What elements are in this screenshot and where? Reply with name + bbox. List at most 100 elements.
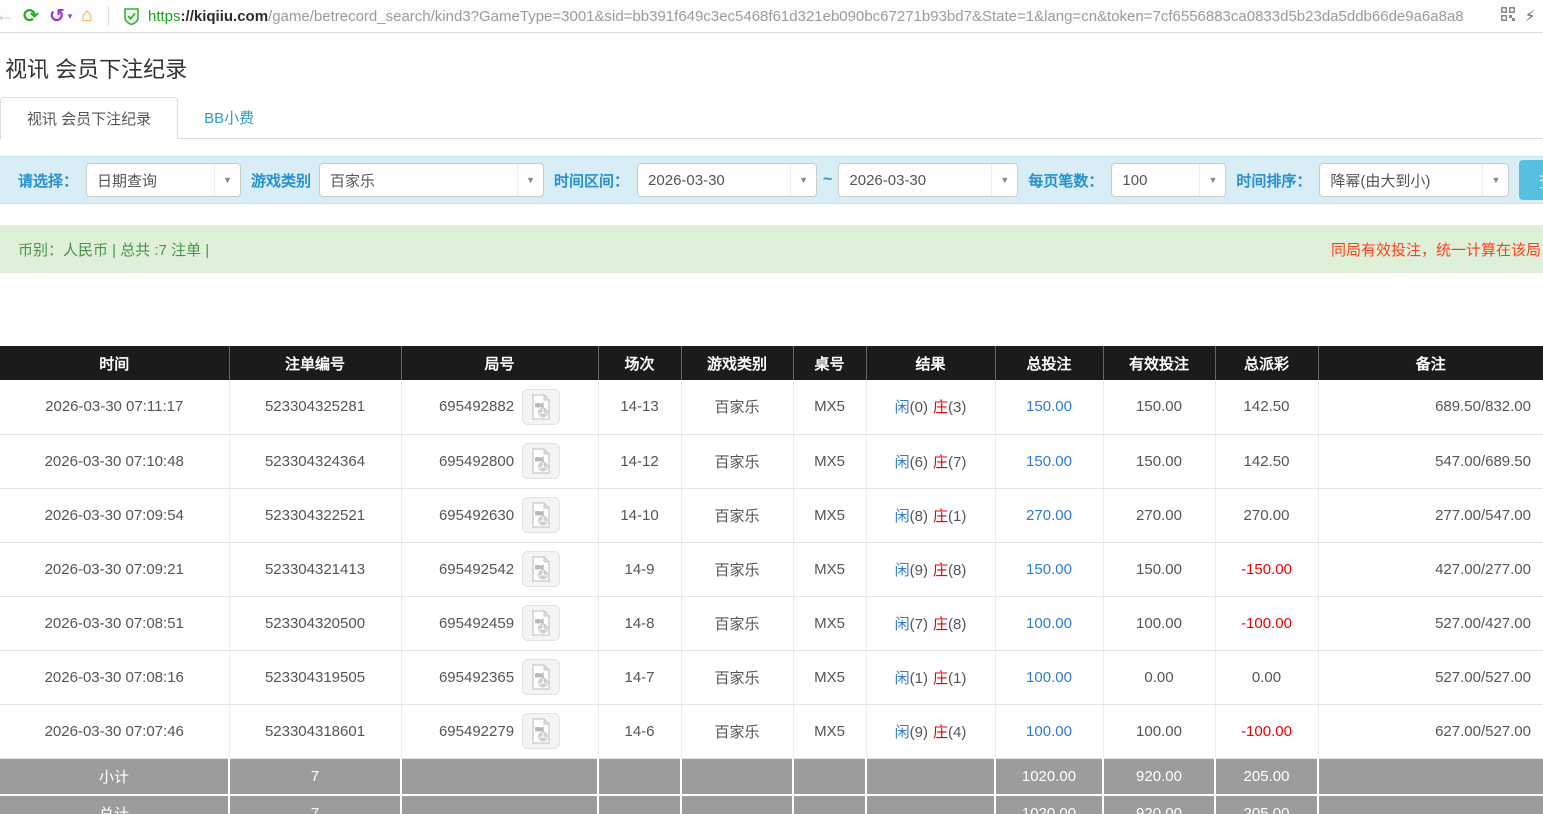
session-cell: 14-9 — [598, 542, 681, 596]
bet-records-table: 时间 注单编号 局号 场次 游戏类别 桌号 结果 总投注 有效投注 总派彩 备注… — [0, 346, 1543, 814]
subtotal-valid-bet: 920.00 — [1103, 758, 1215, 795]
date-from-value: 2026-03-30 — [638, 172, 790, 189]
total-bet-cell: 100.00 — [995, 650, 1103, 704]
total-bet-link[interactable]: 100.00 — [1026, 615, 1072, 632]
payout-cell: -150.00 — [1215, 542, 1318, 596]
search-button[interactable]: 查询 — [1519, 160, 1543, 200]
security-shield-icon[interactable] — [123, 7, 140, 26]
total-bet-link[interactable]: 150.00 — [1026, 561, 1072, 578]
bet-id-cell: 523304320500 — [229, 596, 401, 650]
col-bet-id: 注单编号 — [229, 346, 401, 380]
chevron-down-icon: ▼ — [790, 164, 816, 196]
remark-cell: 427.00/277.00 — [1318, 542, 1543, 596]
col-table-no: 桌号 — [793, 346, 866, 380]
table-no-cell: MX5 — [793, 434, 866, 488]
result-cell: 闲(9)庄(4) — [866, 704, 995, 758]
valid-bet-cell: 270.00 — [1103, 488, 1215, 542]
refresh-icon[interactable]: ⟳ — [18, 3, 44, 29]
tab-bb-tips[interactable]: BB小费 — [178, 97, 280, 138]
round-number: 695492365 — [439, 669, 514, 686]
time-cell: 2026-03-30 07:09:21 — [0, 542, 229, 596]
time-cell: 2026-03-30 07:09:54 — [0, 488, 229, 542]
bet-id-cell: 523304319505 — [229, 650, 401, 704]
back-arrow-icon[interactable]: ← — [0, 3, 18, 29]
game-type-cell: 百家乐 — [681, 434, 793, 488]
url-bar[interactable]: https://kiqiiu.com/game/betrecord_search… — [148, 8, 1495, 25]
valid-bet-cell: 100.00 — [1103, 704, 1215, 758]
date-to-select[interactable]: 2026-03-30 ▼ — [838, 163, 1018, 197]
video-replay-button[interactable] — [522, 605, 560, 641]
bet-id-cell: 523304325281 — [229, 380, 401, 434]
col-valid-bet: 有效投注 — [1103, 346, 1215, 380]
total-valid-bet: 920.00 — [1103, 795, 1215, 814]
video-replay-button[interactable] — [522, 659, 560, 695]
result-cell: 闲(7)庄(8) — [866, 596, 995, 650]
time-cell: 2026-03-30 07:11:17 — [0, 380, 229, 434]
total-bet-link[interactable]: 150.00 — [1026, 398, 1072, 415]
tab-bet-records[interactable]: 视讯 会员下注纪录 — [0, 97, 178, 139]
date-from-select[interactable]: 2026-03-30 ▼ — [637, 163, 817, 197]
valid-bet-cell: 0.00 — [1103, 650, 1215, 704]
total-bet-link[interactable]: 100.00 — [1026, 723, 1072, 740]
valid-bet-cell: 150.00 — [1103, 434, 1215, 488]
video-replay-button[interactable] — [522, 713, 560, 749]
round-cell: 695492882 — [401, 380, 598, 434]
result-cell: 闲(8)庄(1) — [866, 488, 995, 542]
total-bet-cell: 270.00 — [995, 488, 1103, 542]
game-type-label: 游戏类别 — [251, 170, 311, 191]
video-replay-button[interactable] — [522, 389, 560, 425]
total-count: 7 — [229, 795, 401, 814]
subtotal-label: 小计 — [0, 758, 229, 795]
undo-dropdown-caret-icon[interactable]: ▾ — [66, 3, 74, 29]
subtotal-row: 小计 7 1020.00 920.00 205.00 — [0, 758, 1543, 795]
payout-cell: 0.00 — [1215, 650, 1318, 704]
table-row: 2026-03-30 07:08:16 523304319505 6954923… — [0, 650, 1543, 704]
table-no-cell: MX5 — [793, 650, 866, 704]
qr-code-icon[interactable] — [1501, 7, 1515, 26]
tab-bar: 视讯 会员下注纪录 BB小费 — [0, 97, 1543, 139]
game-type-cell: 百家乐 — [681, 704, 793, 758]
game-type-cell: 百家乐 — [681, 650, 793, 704]
remark-cell: 547.00/689.50 — [1318, 434, 1543, 488]
result-cell: 闲(6)庄(7) — [866, 434, 995, 488]
per-page-label: 每页笔数： — [1028, 170, 1103, 191]
table-no-cell: MX5 — [793, 596, 866, 650]
lightning-icon[interactable]: ⚡ — [1521, 3, 1539, 29]
table-no-cell: MX5 — [793, 488, 866, 542]
query-type-select[interactable]: 日期查询 ▼ — [86, 163, 241, 197]
video-replay-button[interactable] — [522, 443, 560, 479]
payout-cell: 270.00 — [1215, 488, 1318, 542]
round-number: 695492800 — [439, 453, 514, 470]
video-replay-button[interactable] — [522, 497, 560, 533]
game-type-select[interactable]: 百家乐 ▼ — [319, 163, 544, 197]
table-header-row: 时间 注单编号 局号 场次 游戏类别 桌号 结果 总投注 有效投注 总派彩 备注 — [0, 346, 1543, 380]
payout-cell: -100.00 — [1215, 704, 1318, 758]
valid-bet-cell: 150.00 — [1103, 542, 1215, 596]
total-bet-link[interactable]: 150.00 — [1026, 453, 1072, 470]
url-host: ://kiqiiu.com — [181, 8, 269, 25]
video-replay-button[interactable] — [522, 551, 560, 587]
col-time: 时间 — [0, 346, 229, 380]
session-cell: 14-10 — [598, 488, 681, 542]
per-page-select[interactable]: 100 ▼ — [1111, 163, 1226, 197]
payout-cell: 142.50 — [1215, 380, 1318, 434]
col-round: 局号 — [401, 346, 598, 380]
query-type-value: 日期查询 — [87, 170, 214, 191]
sort-select[interactable]: 降幂(由大到小) ▼ — [1319, 163, 1509, 197]
home-icon[interactable]: ⌂ — [74, 3, 100, 29]
total-bet-link[interactable]: 270.00 — [1026, 507, 1072, 524]
valid-bet-notice: 同局有效投注，统一计算在该局 — [1331, 239, 1541, 260]
game-type-cell: 百家乐 — [681, 380, 793, 434]
remark-cell: 689.50/832.00 — [1318, 380, 1543, 434]
table-row: 2026-03-30 07:11:17 523304325281 6954928… — [0, 380, 1543, 434]
bet-id-cell: 523304322521 — [229, 488, 401, 542]
total-bet-link[interactable]: 100.00 — [1026, 669, 1072, 686]
browser-toolbar: ← ⟳ ↺ ▾ ⌂ https://kiqiiu.com/game/betrec… — [0, 0, 1543, 33]
round-cell: 695492800 — [401, 434, 598, 488]
date-to-value: 2026-03-30 — [839, 172, 991, 189]
range-separator: ~ — [823, 171, 832, 189]
time-cell: 2026-03-30 07:08:51 — [0, 596, 229, 650]
col-game-type: 游戏类别 — [681, 346, 793, 380]
chevron-down-icon: ▼ — [517, 164, 543, 196]
game-type-cell: 百家乐 — [681, 596, 793, 650]
